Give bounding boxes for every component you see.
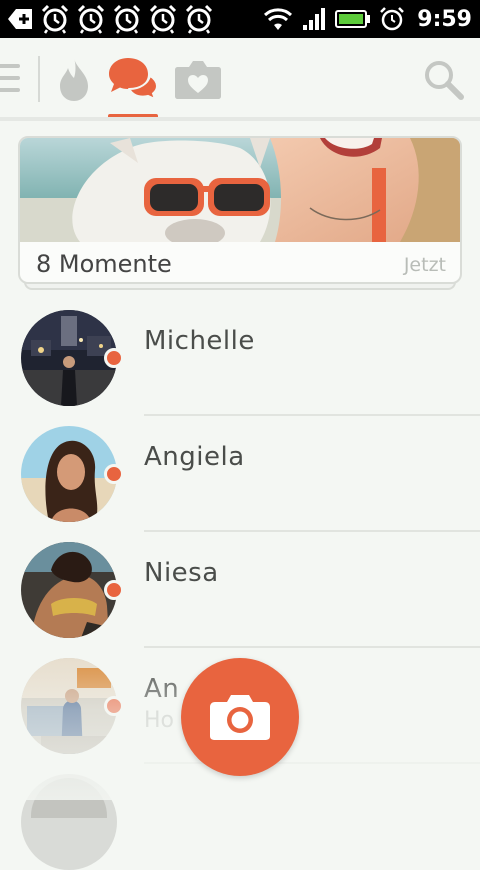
camera-heart-icon[interactable] [174, 58, 222, 100]
contact-row[interactable]: Niesa [0, 542, 480, 658]
avatar [21, 774, 117, 870]
battery-icon [335, 10, 371, 28]
signal-icon [303, 8, 326, 30]
avatar [21, 658, 117, 754]
avatar [21, 310, 117, 406]
moments-count: 8 Momente [36, 250, 172, 278]
app-toolbar [0, 38, 480, 118]
wifi-icon [264, 8, 293, 30]
moments-timestamp: Jetzt [403, 254, 446, 276]
chat-bubbles-icon[interactable] [108, 56, 158, 102]
moments-card[interactable]: 8 Momente Jetzt [18, 136, 462, 284]
avatar-photo [31, 778, 107, 818]
online-indicator [104, 696, 124, 716]
status-bar: 9:59 [0, 0, 480, 38]
alarm-icon [113, 4, 141, 34]
toolbar-separator [38, 56, 40, 102]
alarm-icon [149, 4, 177, 34]
alarm-clock-icon [380, 7, 405, 31]
row-divider [144, 530, 480, 532]
moments-photo [20, 138, 460, 242]
contact-row[interactable]: Michelle [0, 310, 480, 426]
online-indicator [104, 580, 124, 600]
toolbar-divider [0, 117, 480, 121]
search-icon[interactable] [422, 58, 464, 100]
camera-button[interactable] [181, 658, 299, 776]
contact-name: Michelle [144, 326, 255, 356]
row-divider [144, 646, 480, 648]
alarm-icon [41, 4, 69, 34]
menu-icon[interactable] [0, 60, 22, 96]
alarm-icon [77, 4, 105, 34]
clock: 9:59 [417, 6, 472, 32]
system-tray: 9:59 [263, 4, 472, 34]
avatar [21, 426, 117, 522]
row-divider [144, 414, 480, 416]
add-notification-icon [8, 9, 32, 29]
online-indicator [104, 348, 124, 368]
contact-last-message: Ho [144, 708, 175, 733]
contact-row[interactable]: Angiela [0, 426, 480, 542]
row-divider [144, 762, 480, 764]
flame-icon[interactable] [56, 56, 92, 102]
contact-name: Niesa [144, 558, 219, 588]
camera-icon [210, 695, 270, 740]
contact-name: An [144, 674, 180, 704]
contact-name: Angiela [144, 442, 245, 472]
notification-area [6, 4, 214, 34]
online-indicator [104, 464, 124, 484]
alarm-icon [185, 4, 213, 34]
avatar [21, 542, 117, 638]
